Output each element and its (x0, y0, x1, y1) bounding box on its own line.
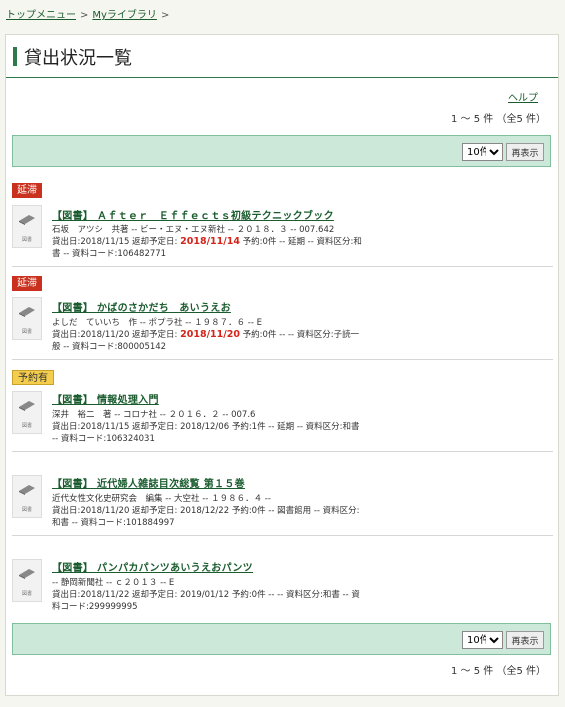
reserved-badge: 予約有 (12, 370, 54, 385)
breadcrumb-separator: > (160, 10, 170, 21)
breadcrumb-top-menu-link[interactable]: トップメニュー (6, 10, 76, 21)
thumbnail-label: 図書 (21, 507, 32, 513)
breadcrumb-separator: > (80, 10, 89, 21)
item-bibliographic-info: よしだ ていいち 作 -- ポプラ社 -- １９８７．６ -- E (52, 318, 262, 328)
loan-info: 貸出日:2018/11/15 返却予定日: (52, 237, 181, 247)
per-page-select[interactable]: 10件 (462, 143, 503, 161)
thumbnail-label: 図書 (21, 329, 32, 335)
item-loan-details: 貸出日:2018/11/22 返却予定日: 2019/01/12 予約:0件 -… (52, 590, 360, 612)
breadcrumb: トップメニュー > Myライブラリ > (6, 6, 173, 21)
item-bibliographic-info: -- 静岡新聞社 -- ｃ２０１３ -- E (52, 578, 175, 588)
per-page-select[interactable]: 10件 (462, 631, 503, 649)
overdue-due-date: 2018/11/14 (180, 236, 240, 247)
item-title-link[interactable]: 【図書】 Ａｆｔｅｒ Ｅｆｆｅｃｔｓ初級テクニックブック (52, 207, 334, 222)
book-icon (19, 401, 35, 411)
breadcrumb-my-library-link[interactable]: Myライブラリ (92, 10, 157, 21)
item-divider (12, 266, 553, 267)
item-bibliographic-info: 石坂 アツシ 共著 -- ビー・エヌ・エヌ新社 -- ２０１８．３ -- 007… (52, 225, 335, 235)
book-icon (19, 307, 35, 317)
loan-status-panel: 貸出状況一覧 ヘルプ 1 ～ 5 件 （全5 件） 10件 再表示 延滞 図書 … (5, 34, 559, 696)
redisplay-button[interactable]: 再表示 (506, 631, 544, 649)
item-title-link[interactable]: 【図書】 近代婦人雑誌目次総覧 第１５巻 (52, 475, 245, 490)
overdue-badge: 延滞 (12, 276, 42, 291)
book-icon (19, 485, 35, 495)
loan-info: 貸出日:2018/11/20 返却予定日: (52, 330, 181, 340)
item-divider (12, 359, 553, 360)
item-divider (12, 451, 553, 452)
item-loan-details: 貸出日:2018/11/15 返却予定日: 2018/11/14 予約:0件 -… (52, 236, 362, 260)
overdue-badge: 延滞 (12, 183, 42, 198)
item-loan-details: 貸出日:2018/11/20 返却予定日: 2018/12/22 予約:0件 -… (52, 506, 360, 528)
thumbnail-label: 図書 (21, 423, 32, 429)
item-title-link[interactable]: 【図書】 かばのさかだち あいうえお (52, 299, 231, 314)
book-thumbnail: 図書 (12, 391, 42, 434)
bottom-control-bar: 10件 再表示 (12, 623, 551, 655)
help-link[interactable]: ヘルプ (508, 89, 538, 104)
thumbnail-label: 図書 (21, 237, 32, 243)
book-icon (19, 569, 35, 579)
item-bibliographic-info: 近代女性文化史研究会 編集 -- 大空社 -- １９８６．４ -- (52, 494, 271, 504)
title-accent-bar (13, 47, 17, 66)
item-loan-details: 貸出日:2018/11/20 返却予定日: 2018/11/20 予約:0件 -… (52, 329, 362, 353)
result-count-bottom: 1 ～ 5 件 （全5 件） (451, 666, 546, 677)
result-count-top: 1 ～ 5 件 （全5 件） (451, 114, 546, 125)
item-title-link[interactable]: 【図書】 パンパカパンツあいうえおパンツ (52, 559, 253, 574)
book-icon (19, 215, 35, 225)
item-bibliographic-info: 深井 裕二 著 -- コロナ社 -- ２０１６．２ -- 007.6 (52, 410, 256, 420)
book-thumbnail: 図書 (12, 559, 42, 602)
overdue-due-date: 2018/11/20 (180, 329, 240, 340)
item-divider (12, 535, 553, 536)
book-thumbnail: 図書 (12, 475, 42, 518)
book-thumbnail: 図書 (12, 205, 42, 248)
redisplay-button[interactable]: 再表示 (506, 143, 544, 161)
item-title-link[interactable]: 【図書】 情報処理入門 (52, 391, 159, 406)
thumbnail-label: 図書 (21, 591, 32, 597)
top-control-bar: 10件 再表示 (12, 135, 551, 167)
page-header: 貸出状況一覧 (6, 35, 558, 78)
book-thumbnail: 図書 (12, 297, 42, 340)
item-loan-details: 貸出日:2018/11/15 返却予定日: 2018/12/06 予約:1件 -… (52, 422, 360, 444)
page-title: 貸出状況一覧 (24, 48, 132, 69)
